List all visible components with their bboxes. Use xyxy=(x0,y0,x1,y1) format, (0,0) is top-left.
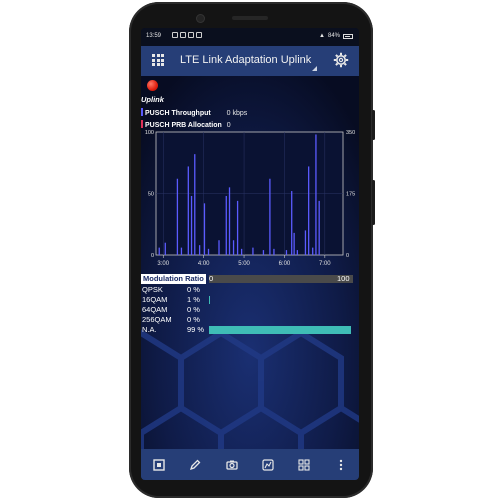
x-tick-label: 3:00 xyxy=(157,261,169,267)
legend-throughput: PUSCH Throughput 0 kbps xyxy=(141,108,247,117)
modulation-percent: 99 % xyxy=(187,325,205,334)
notification-icons xyxy=(172,32,202,38)
battery-level: 84% xyxy=(327,33,340,39)
modulation-scale-track xyxy=(209,275,353,283)
screenshot-button[interactable] xyxy=(225,458,239,472)
status-time: 13:59 xyxy=(146,33,162,39)
modulation-percent: 0 % xyxy=(187,305,200,314)
stop-button[interactable] xyxy=(152,458,166,472)
grid-icon xyxy=(298,458,311,471)
section-title: Uplink xyxy=(141,95,164,104)
modulation-title: Modulation Ratio xyxy=(141,274,206,284)
modulation-scale-min: 0 xyxy=(209,274,214,283)
more-button[interactable] xyxy=(334,458,348,472)
page-title[interactable]: LTE Link Adaptation Uplink xyxy=(180,54,311,66)
modulation-scale-max: 100 xyxy=(337,274,350,283)
map-button[interactable] xyxy=(261,458,275,472)
x-tick-label: 7:00 xyxy=(319,261,331,267)
left-tick-label: 0 xyxy=(151,253,154,259)
gear-icon[interactable] xyxy=(333,52,349,68)
legend-value-throughput: 0 kbps xyxy=(226,110,248,117)
modulation-bar xyxy=(209,296,211,304)
bottom-toolbar xyxy=(141,449,359,480)
edit-button[interactable] xyxy=(188,458,202,472)
menu-grid-icon[interactable] xyxy=(152,54,164,66)
throughput-chart: 3:00 4:00 5:00 6:00 7:00 100 350 50 175 0 0 xyxy=(145,130,355,267)
x-tick-label: 4:00 xyxy=(198,261,210,267)
record-indicator[interactable] xyxy=(147,80,158,91)
modulation-header: Modulation Ratio 0 100 xyxy=(141,274,359,284)
edit-icon xyxy=(190,459,201,470)
dropdown-caret-icon[interactable] xyxy=(312,66,317,71)
modulation-label: 16QAM xyxy=(142,295,168,304)
front-camera xyxy=(196,14,205,23)
title-bar: LTE Link Adaptation Uplink xyxy=(141,46,359,76)
right-tick-label: 0 xyxy=(346,253,349,259)
power-button xyxy=(372,110,375,140)
right-tick-label: 175 xyxy=(346,192,355,198)
status-bar: 13:59 ▲ 84% xyxy=(141,28,359,46)
legend-label-throughput: PUSCH Throughput xyxy=(145,110,211,117)
battery-icon xyxy=(343,33,353,39)
left-tick-label: 100 xyxy=(145,130,154,136)
modulation-row-256qam: 256QAM 0 % xyxy=(141,315,359,325)
modulation-row-64qam: 64QAM 0 % xyxy=(141,305,359,315)
modulation-label: QPSK xyxy=(142,285,163,294)
modulation-label: 64QAM xyxy=(142,305,168,314)
modulation-row-16qam: 16QAM 1 % xyxy=(141,295,359,305)
modulation-label: 256QAM xyxy=(142,315,172,324)
modulation-percent: 1 % xyxy=(187,295,200,304)
grid-button[interactable] xyxy=(297,458,311,472)
legend-swatch-throughput xyxy=(141,108,143,116)
x-tick-label: 5:00 xyxy=(238,261,250,267)
stop-icon xyxy=(153,458,165,471)
signal-icon: ▲ xyxy=(319,33,325,39)
status-right: ▲ 84% xyxy=(319,33,353,39)
x-tick-label: 6:00 xyxy=(279,261,291,267)
modulation-row-na: N.A. 99 % xyxy=(141,325,359,335)
volume-button xyxy=(372,180,375,225)
right-tick-label: 350 xyxy=(346,130,355,136)
screen: 13:59 ▲ 84% LTE Link Adaptation Uplink U… xyxy=(141,28,359,480)
modulation-percent: 0 % xyxy=(187,315,200,324)
modulation-row-qpsk: QPSK 0 % xyxy=(141,285,359,295)
legend-swatch-prb xyxy=(141,120,143,128)
map-icon xyxy=(262,458,274,471)
left-tick-label: 50 xyxy=(148,192,154,198)
modulation-bar xyxy=(209,326,351,334)
modulation-percent: 0 % xyxy=(187,285,200,294)
camera-icon xyxy=(226,460,238,470)
more-icon xyxy=(339,459,342,470)
modulation-label: N.A. xyxy=(142,325,157,334)
earpiece-speaker xyxy=(232,16,268,20)
